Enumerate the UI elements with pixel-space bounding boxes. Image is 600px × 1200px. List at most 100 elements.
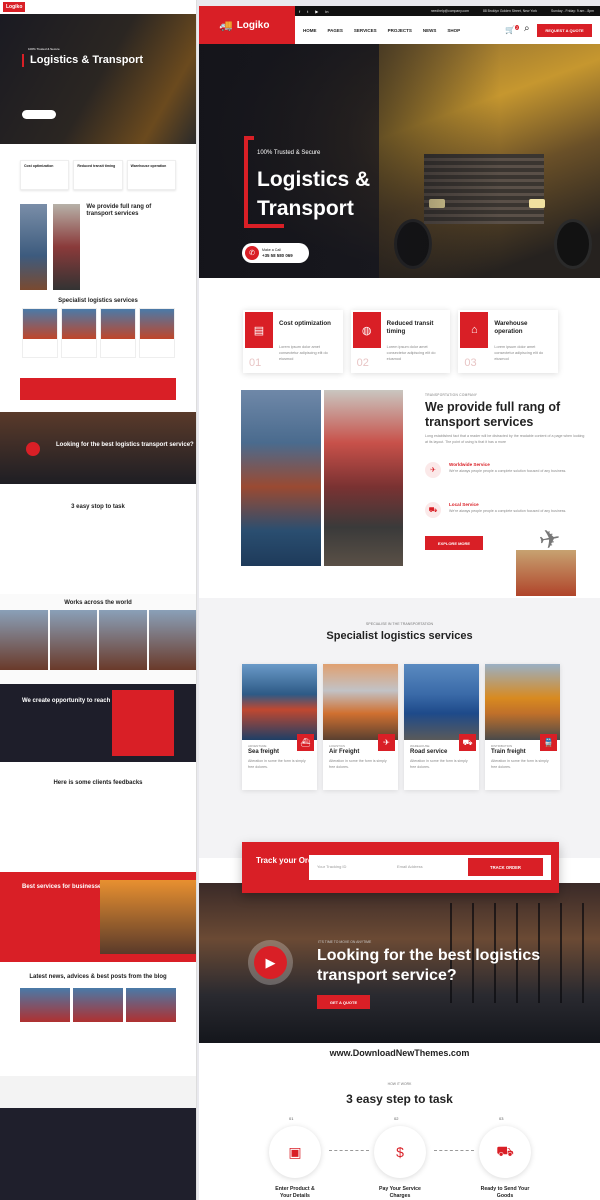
logo-text: Logiko: [236, 19, 270, 31]
watermark-text: www.DownloadNewThemes.com: [329, 1048, 470, 1058]
menu-shop[interactable]: SHOP: [447, 28, 460, 33]
cart-icon[interactable]: 🛒2: [505, 25, 520, 35]
preview-service-grid: [20, 308, 176, 358]
preview-hero-tag: 100% Trusted & Secure: [28, 47, 60, 51]
step-2: 02 $ Pay Your Service Charges: [374, 1116, 426, 1200]
preview-video-title: Looking for the best logistics transport…: [56, 442, 194, 448]
hero-section: 100% Trusted & Secure Logistics & Transp…: [199, 44, 600, 278]
preview-feedback: Here is some clients feedbacks: [0, 762, 196, 872]
menu-home[interactable]: HOME: [303, 28, 317, 33]
feature-card[interactable]: ◍ Reduced transit timing Lorem ipsum dol…: [350, 310, 451, 373]
main-menu: HOME PAGES SERVICES PROJECTS NEWS SHOP: [303, 28, 460, 33]
preview-feature-card: Cost optimization: [20, 160, 70, 190]
full-page-preview: Logiko 100% Trusted & Secure Logistics &…: [0, 0, 197, 1200]
services-grid: ⛴ ADVENTURE Sea freight Alteration in so…: [242, 664, 560, 790]
youtube-icon[interactable]: ▶: [315, 9, 318, 14]
truck-service-image: [404, 664, 479, 740]
ship-icon: ⛴: [297, 734, 314, 751]
preview-services-title: Specialist logistics services: [58, 298, 138, 304]
preview-opportunity: We create opportunity to reach potential: [0, 684, 196, 762]
hero-bracket: [244, 136, 248, 228]
step-label: Ready to Send Your Goods: [480, 1186, 530, 1199]
feature-title: Warehouse operation: [494, 320, 528, 335]
local-icon: ⛟: [425, 502, 441, 518]
steps-section: HOW IT WORK 3 easy step to task 01 ▣ Ente…: [199, 1072, 600, 1199]
preview-best-services: Best services for businesses: [0, 872, 196, 962]
service-text: Alteration in some the form is simply fr…: [248, 759, 306, 769]
menu-news[interactable]: NEWS: [423, 28, 437, 33]
navbar: 🚚 Logiko HOME PAGES SERVICES PROJECTS NEW…: [199, 6, 600, 44]
preview-play-icon: [26, 442, 40, 456]
menu-projects[interactable]: PROJECTS: [388, 28, 412, 33]
train-icon: 🚆: [540, 734, 557, 751]
package-icon: 01 ▣: [269, 1116, 321, 1178]
hero-title: Logistics & Transport: [257, 168, 371, 220]
preview-call-button: [22, 110, 56, 119]
truck-icon: 🚚: [219, 19, 233, 32]
preview-contact-form: [112, 690, 174, 756]
tracking-id-input[interactable]: Your Tracking ID: [317, 864, 346, 869]
plane-image: [323, 664, 398, 740]
twitter-icon[interactable]: t: [307, 9, 308, 14]
feature-card[interactable]: ⌂ Warehouse operation Lorem ipsum dolor …: [458, 310, 559, 373]
delivery-icon: 03 ⛟: [479, 1116, 531, 1178]
truck-image: [324, 390, 403, 566]
facebook-icon[interactable]: f: [299, 9, 300, 14]
hero-tagline: 100% Trusted & Secure: [257, 150, 321, 156]
preview-service-card: [138, 308, 175, 358]
request-quote-button[interactable]: REQUEST A QUOTE: [537, 24, 592, 37]
menu-pages[interactable]: PAGES: [328, 28, 343, 33]
phone-icon: ✆: [245, 246, 259, 260]
feature-number: 01: [249, 357, 262, 369]
explore-more-button[interactable]: EXPLORE MORE: [425, 536, 483, 550]
about-title: We provide full rang of transport servic…: [425, 400, 561, 429]
globe-icon: ◍: [352, 312, 381, 348]
service-card-air[interactable]: ✈ LOGISTICS Air Freight Alteration in so…: [323, 664, 398, 790]
preview-works: Works across the world: [0, 594, 196, 684]
service-card-train[interactable]: 🚆 DISTRIBUTION Train freight Alteration …: [485, 664, 560, 790]
linkedin-icon[interactable]: in: [325, 9, 328, 14]
preview-feature-card: Reduced transit timing: [73, 160, 123, 190]
about-section: TRANSPORTATION COMPANY We provide full r…: [199, 378, 600, 598]
preview-hero: 100% Trusted & Secure Logistics & Transp…: [0, 14, 196, 144]
about-item-title: Local Service: [449, 502, 479, 507]
email-input[interactable]: Email Address: [397, 864, 423, 869]
preview-footer: [0, 1108, 196, 1200]
service-card-road[interactable]: ⛟ WAREHOUSE Road service Alteration in s…: [404, 664, 479, 790]
preview-track-bar: [20, 378, 176, 400]
services-subtitle: SPECIALISE IN THE TRANSPORTATION: [365, 622, 434, 626]
service-text: Alteration in some the form is simply fr…: [491, 759, 549, 769]
preview-about: We provide full rang of transport servic…: [0, 198, 196, 290]
contact-info: needhelp@company.com 88 Broklyn Golden S…: [431, 9, 594, 13]
menu-services[interactable]: SERVICES: [354, 28, 377, 33]
email-text[interactable]: needhelp@company.com: [431, 9, 469, 13]
preview-partners: [0, 1076, 196, 1108]
preview-best-title: Best services for businesses: [22, 884, 105, 890]
play-icon[interactable]: ▶: [254, 946, 287, 979]
video-subtitle: IT'S TIME TO MOVE ON ANYTIME: [318, 940, 372, 944]
step-number: 03: [499, 1116, 504, 1121]
feature-number: 02: [356, 357, 369, 369]
service-card-sea[interactable]: ⛴ ADVENTURE Sea freight Alteration in so…: [242, 664, 317, 790]
service-text: Alteration in some the form is simply fr…: [329, 759, 387, 769]
get-quote-button[interactable]: GET A QUOTE: [317, 995, 370, 1009]
preview-blog: Latest news, advices & best posts from t…: [0, 962, 196, 1076]
step-label: Enter Product & Your Details: [275, 1186, 315, 1199]
worldwide-icon: ✈: [425, 462, 441, 478]
payment-icon: 02 $: [374, 1116, 426, 1178]
make-call-button[interactable]: ✆ Make a Call +35 58 580 069: [242, 243, 309, 263]
preview-feature-card: Warehouse operation: [126, 160, 176, 190]
search-icon[interactable]: ⌕: [524, 23, 530, 34]
warehouse-icon: ⌂: [460, 312, 489, 348]
logo[interactable]: 🚚 Logiko: [199, 6, 295, 44]
about-item-text: We're always people people a complete so…: [449, 509, 567, 513]
feature-cards: ▤ Cost optimization Lorem ipsum dolor am…: [199, 278, 600, 378]
step-1: 01 ▣ Enter Product & Your Details: [269, 1116, 321, 1200]
track-order-button[interactable]: TRACK ORDER: [468, 858, 543, 876]
step-connector: [329, 1150, 369, 1151]
preview-truck-image: [53, 204, 81, 290]
preview-feature-title: Warehouse operation: [130, 164, 167, 168]
road-icon: ⛟: [459, 734, 476, 751]
feature-card[interactable]: ▤ Cost optimization Lorem ipsum dolor am…: [243, 310, 343, 373]
services-section: SPECIALISE IN THE TRANSPORTATION Special…: [199, 598, 600, 858]
